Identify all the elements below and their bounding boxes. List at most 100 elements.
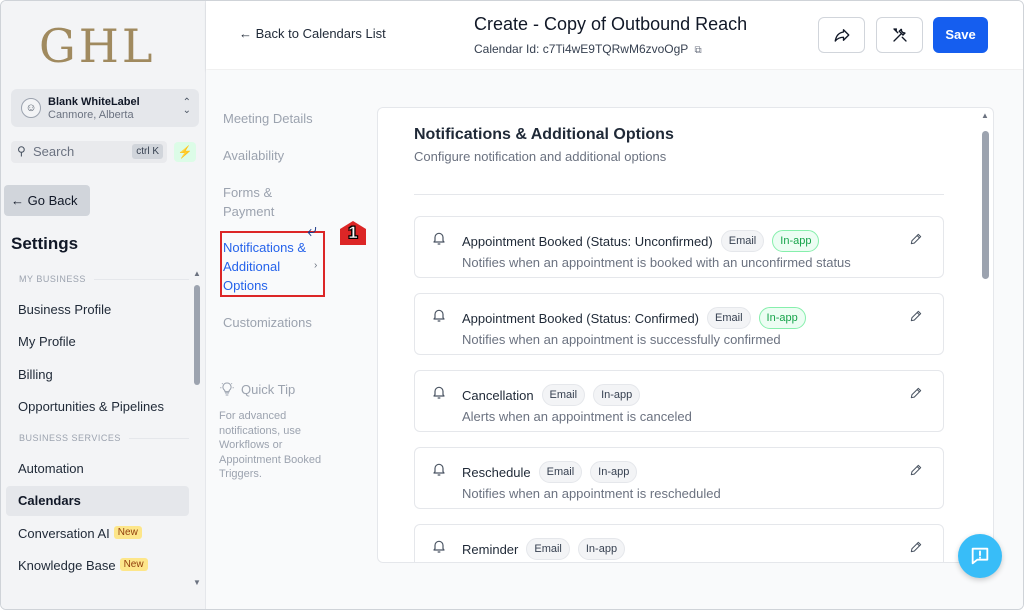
share-button[interactable] xyxy=(818,17,865,53)
scrollbar-thumb[interactable] xyxy=(982,131,989,279)
notification-row[interactable]: Cancellation Email In-app Alerts when an… xyxy=(414,370,944,432)
notification-title: Reminder xyxy=(462,541,519,557)
page-header: ← Back to Calendars List Create - Copy o… xyxy=(206,1,1023,69)
save-button[interactable]: Save xyxy=(933,17,988,53)
scroll-up-icon[interactable]: ▲ xyxy=(193,269,201,278)
pencil-icon[interactable] xyxy=(909,463,923,477)
calendar-id-value: c7Ti4wE9TQRwM6zvoOgP xyxy=(542,42,689,56)
inapp-pill: In-app xyxy=(772,230,820,252)
new-badge: New xyxy=(119,558,148,571)
tools-button[interactable] xyxy=(876,17,923,53)
bell-icon xyxy=(433,463,445,476)
arrow-left-icon: ← xyxy=(239,26,252,41)
email-pill: Email xyxy=(720,230,765,252)
inapp-pill: In-app xyxy=(758,307,806,329)
notification-row[interactable]: Reminder Email In-app xyxy=(414,524,944,562)
step-meeting-details[interactable]: Meeting Details xyxy=(223,109,323,128)
notification-title: Appointment Booked (Status: Unconfirmed) xyxy=(462,233,713,249)
annotation-number: 1 xyxy=(348,223,358,243)
account-location: Canmore, Alberta xyxy=(48,109,134,121)
quick-tip: Quick Tip For advanced notifications, us… xyxy=(219,381,339,482)
section-label-business-services: BUSINESS SERVICES xyxy=(19,433,189,443)
notification-title: Cancellation xyxy=(462,387,534,403)
inapp-pill: In-app xyxy=(577,538,626,560)
notification-title: Appointment Booked (Status: Confirmed) xyxy=(462,310,700,326)
sidebar-item-label: Conversation AI xyxy=(18,526,110,541)
sidebar-item-knowledge-base[interactable]: Knowledge Base New xyxy=(6,551,189,581)
sidebar-item-conversation-ai[interactable]: Conversation AI New xyxy=(6,519,189,549)
notification-description: Notifies when an appointment is successf… xyxy=(462,332,781,347)
inapp-pill: In-app xyxy=(590,461,638,483)
quick-tip-body: For advanced notifications, use Workflow… xyxy=(219,410,322,480)
notification-row[interactable]: Appointment Booked (Status: Confirmed) E… xyxy=(414,293,944,355)
sidebar-item-billing[interactable]: Billing xyxy=(6,360,189,390)
account-switcher[interactable]: ☺ Blank WhiteLabel Canmore, Alberta ⌃ ⌄ xyxy=(11,89,199,127)
search-placeholder: Search xyxy=(33,144,75,159)
bell-icon xyxy=(433,540,445,553)
scroll-up-icon[interactable]: ▲ xyxy=(981,111,989,120)
sidebar-item-opportunities[interactable]: Opportunities & Pipelines xyxy=(6,392,189,422)
annotation-arrow-icon: ⤶ xyxy=(307,220,318,240)
scroll-down-icon[interactable]: ▼ xyxy=(193,578,201,587)
search-icon: ⚲ xyxy=(17,144,26,158)
tools-icon xyxy=(892,28,907,42)
card-title: Notifications & Additional Options xyxy=(414,126,674,143)
inapp-pill: In-app xyxy=(593,384,641,406)
quick-tip-title: Quick Tip xyxy=(241,381,296,397)
settings-title: Settings xyxy=(11,234,79,253)
notification-row[interactable]: Appointment Booked (Status: Unconfirmed)… xyxy=(414,216,944,278)
help-chat-icon xyxy=(971,547,989,565)
notification-description: Alerts when an appointment is canceled xyxy=(462,409,692,424)
lightbulb-icon xyxy=(220,382,234,396)
search-input[interactable]: ⚲ Search ctrl K xyxy=(11,141,167,163)
sidebar-item-automation[interactable]: Automation xyxy=(6,454,189,484)
email-pill: Email xyxy=(707,307,751,329)
go-back-button[interactable]: ← Go Back xyxy=(4,185,90,216)
copy-icon[interactable]: ⧉ xyxy=(694,45,701,56)
sidebar: GHL ☺ Blank WhiteLabel Canmore, Alberta … xyxy=(1,1,206,609)
sidebar-item-my-profile[interactable]: My Profile xyxy=(6,327,189,357)
sidebar-scrollbar[interactable]: ▲ ▼ xyxy=(193,269,201,587)
card-scrollbar[interactable]: ▲ xyxy=(981,111,989,561)
email-pill: Email xyxy=(541,384,586,406)
divider xyxy=(414,194,944,195)
pencil-icon[interactable] xyxy=(909,386,923,400)
notification-title: Reschedule xyxy=(462,464,531,480)
share-icon xyxy=(834,28,849,42)
page-title: Create - Copy of Outbound Reach xyxy=(474,14,748,34)
chevron-updown-icon: ⌃ ⌄ xyxy=(182,97,191,116)
pencil-icon[interactable] xyxy=(909,309,923,323)
section-label-my-business: MY BUSINESS xyxy=(19,274,189,284)
bell-icon xyxy=(433,309,445,322)
email-pill: Email xyxy=(538,461,583,483)
back-to-calendars-link[interactable]: ← Back to Calendars List xyxy=(239,26,386,41)
go-back-label: Go Back xyxy=(27,193,78,208)
step-availability[interactable]: Availability xyxy=(223,146,323,165)
step-forms-payment[interactable]: Forms & Payment xyxy=(223,183,287,221)
app-window: GHL ☺ Blank WhiteLabel Canmore, Alberta … xyxy=(0,0,1024,610)
bolt-icon[interactable]: ⚡ xyxy=(174,142,196,162)
brand-logo: GHL xyxy=(39,19,156,73)
new-badge: New xyxy=(113,526,142,539)
notification-description: Notifies when an appointment is reschedu… xyxy=(462,486,721,501)
help-chat-button[interactable] xyxy=(958,534,1002,578)
sidebar-item-label: Knowledge Base xyxy=(18,558,116,573)
account-name: Blank WhiteLabel xyxy=(48,96,140,108)
back-label: Back to Calendars List xyxy=(255,26,386,41)
sidebar-item-calendars[interactable]: Calendars xyxy=(6,486,189,516)
bell-icon xyxy=(433,386,445,399)
card-subtitle: Configure notification and additional op… xyxy=(414,149,667,164)
search-shortcut: ctrl K xyxy=(132,144,163,159)
sidebar-item-business-profile[interactable]: Business Profile xyxy=(6,295,189,325)
notification-row[interactable]: Reschedule Email In-app Notifies when an… xyxy=(414,447,944,509)
notifications-card: Notifications & Additional Options Confi… xyxy=(377,107,994,563)
bell-icon xyxy=(433,232,445,245)
pencil-icon[interactable] xyxy=(909,540,923,554)
scrollbar-thumb[interactable] xyxy=(194,285,200,385)
calendar-id-label: Calendar Id: xyxy=(474,42,540,56)
user-icon: ☺ xyxy=(21,98,41,118)
email-pill: Email xyxy=(526,538,570,560)
notification-description: Notifies when an appointment is booked w… xyxy=(462,255,851,270)
step-customizations[interactable]: Customizations xyxy=(223,313,323,332)
pencil-icon[interactable] xyxy=(909,232,923,246)
